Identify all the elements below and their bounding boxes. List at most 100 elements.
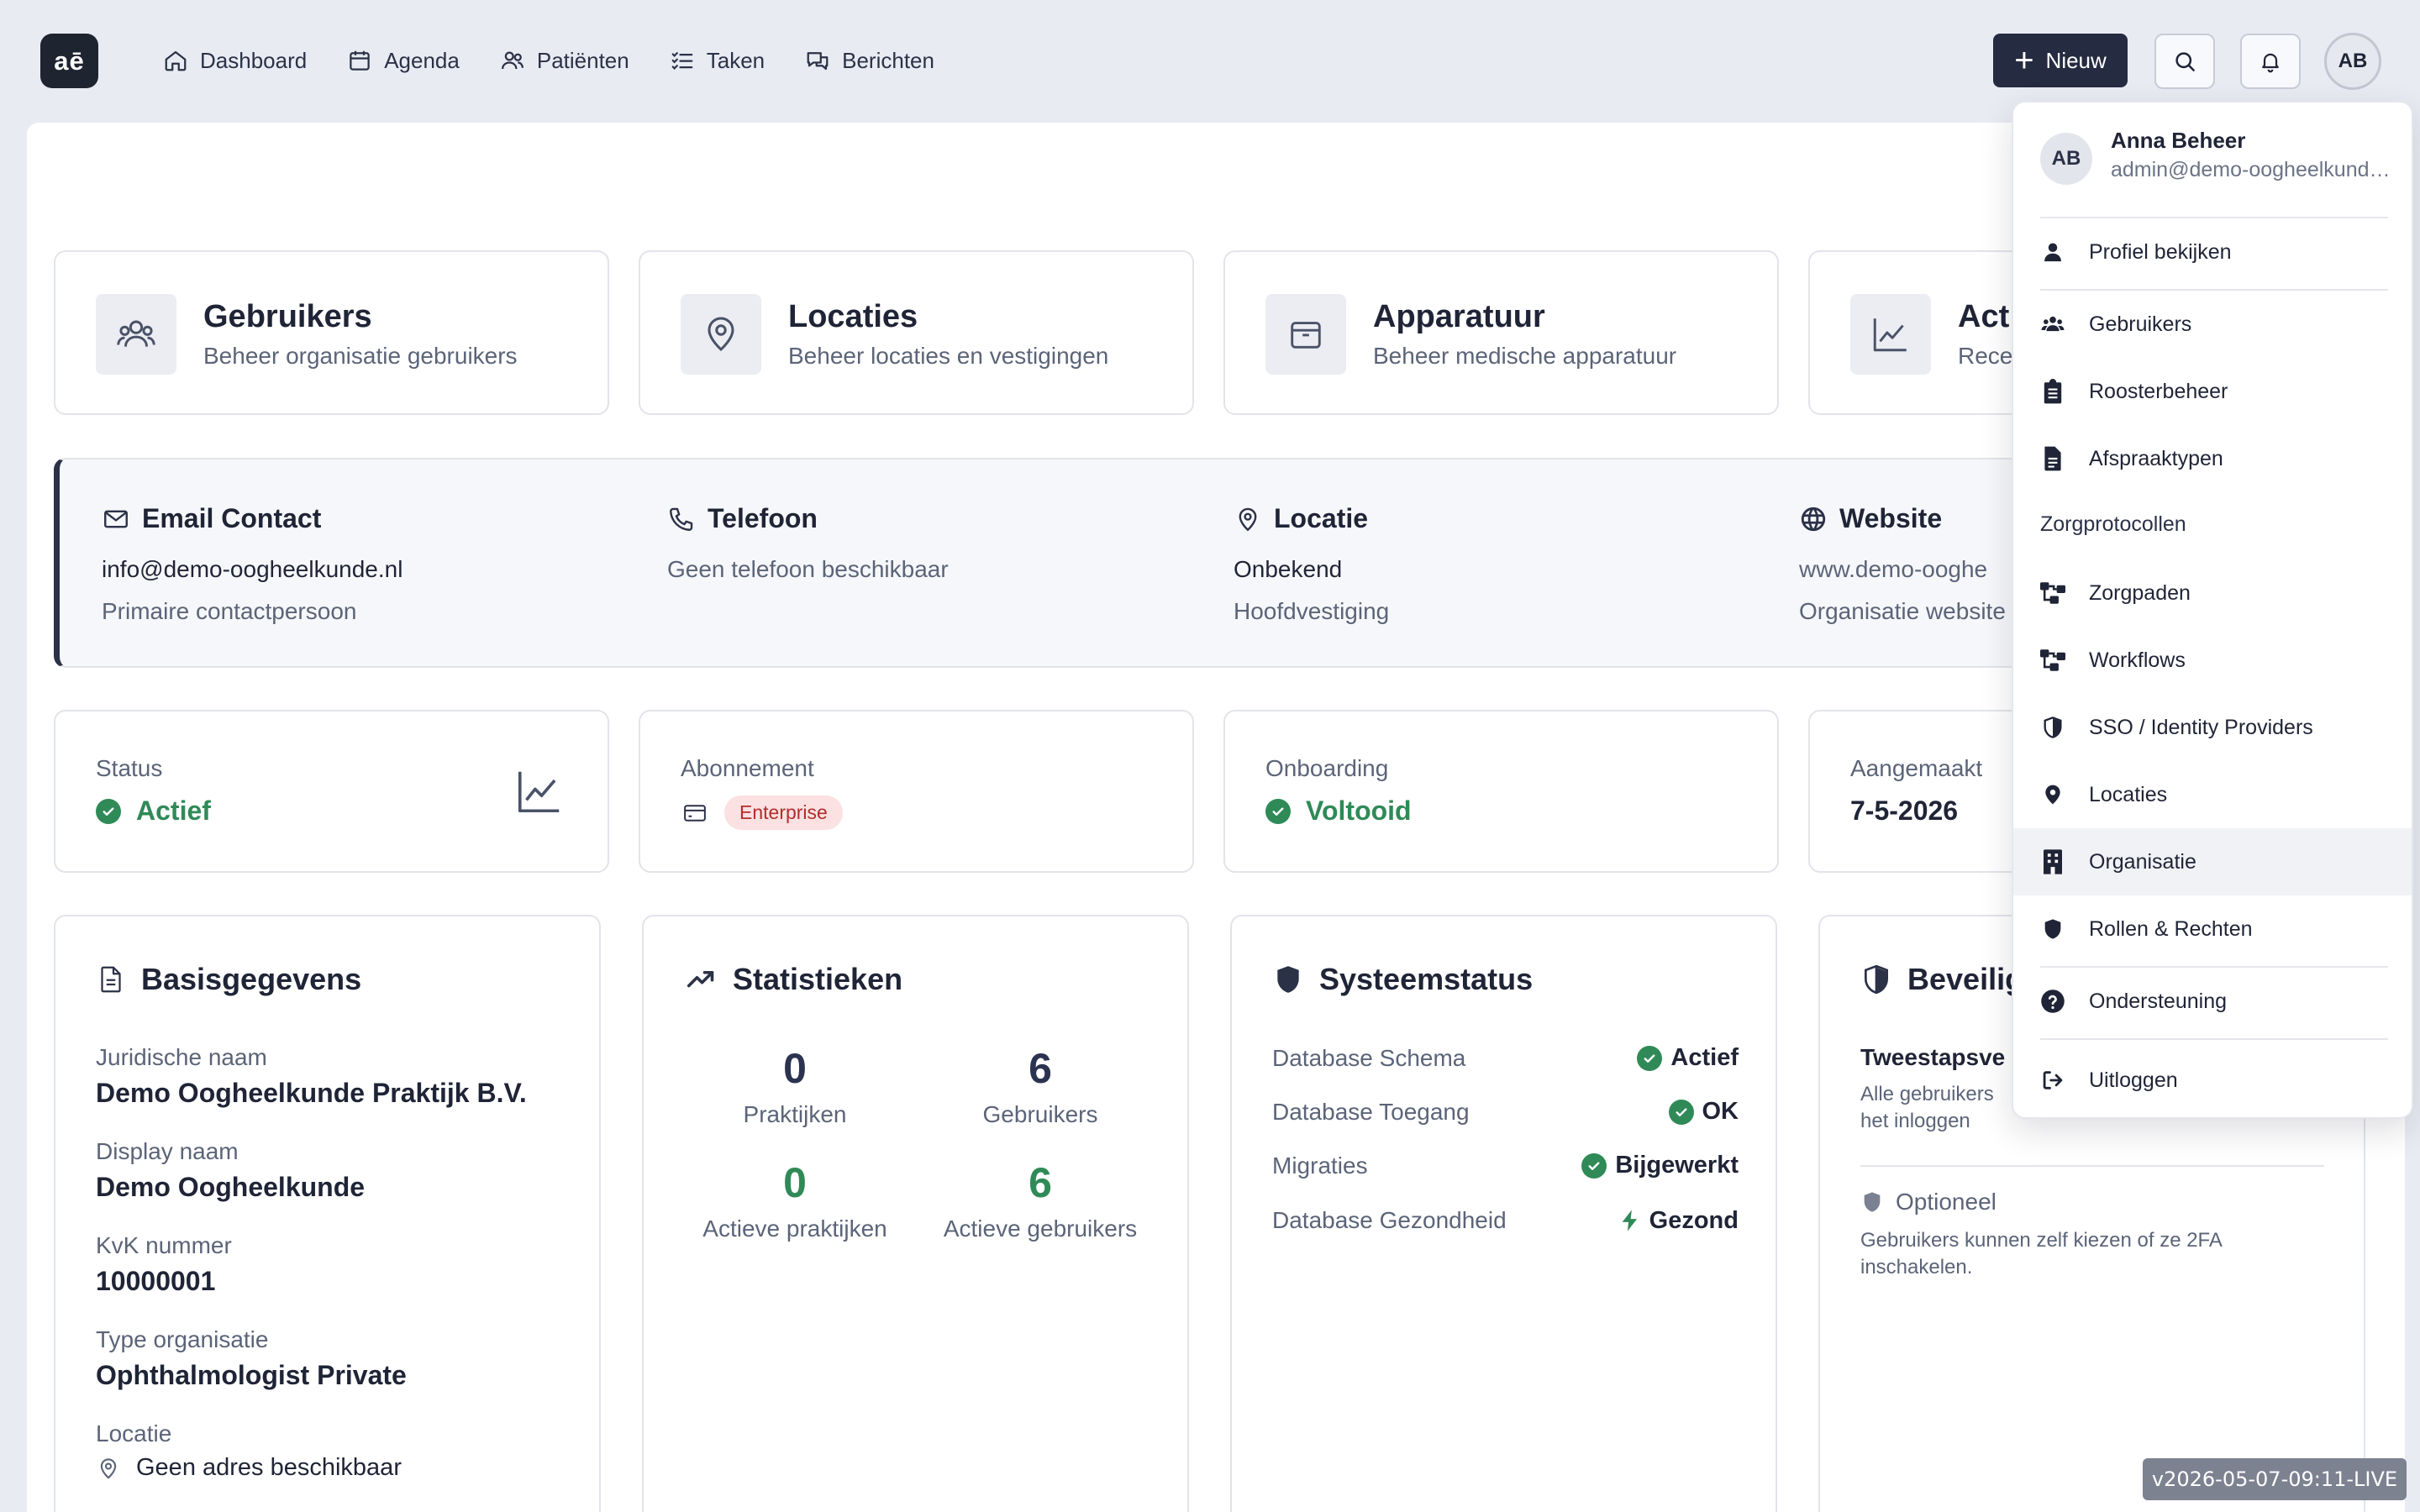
security-title: Beveilig — [1907, 962, 2024, 996]
contact-location: Locatie Onbekend Hoofdvestiging — [1234, 503, 1771, 625]
contact-email-value[interactable]: info@demo-oogheelkunde.nl — [102, 556, 639, 583]
statistics-card: Statistieken 0 Praktijken 6 Gebruikers 0… — [642, 915, 1189, 1512]
user-menu-dropdown: AB Anna Beheer admin@demo-oogheelkunde.n… — [2012, 101, 2413, 1119]
clipboard-list-icon — [2040, 379, 2065, 404]
stat-number: 0 — [783, 1045, 807, 1092]
field-label: Juridische naam — [96, 1044, 267, 1070]
avatar: AB — [2040, 133, 2092, 185]
org-type-field: Type organisatie Ophthalmologist Private — [96, 1326, 407, 1391]
menu-label: Organisatie — [2089, 849, 2196, 874]
contact-phone: Telefoon Geen telefoon beschikbaar — [667, 503, 1205, 583]
status-value: Actief — [1670, 1044, 1739, 1071]
menu-label: Ondersteuning — [2089, 989, 2228, 1013]
contact-phone-value: Geen telefoon beschikbaar — [667, 556, 949, 582]
nav-dashboard[interactable]: Dashboard — [163, 48, 307, 74]
stat-practices: 0 Praktijken — [669, 1044, 921, 1128]
nav-agenda[interactable]: Agenda — [347, 48, 460, 74]
menu-label: Profiel bekijken — [2089, 239, 2232, 264]
menu-support[interactable]: Ondersteuning — [2013, 968, 2412, 1035]
field-value: Geen adres beschikbaar — [136, 1454, 402, 1481]
notifications-button[interactable] — [2240, 34, 2301, 89]
menu-label: Workflows — [2089, 648, 2186, 672]
users-icon — [96, 294, 176, 375]
field-label: KvK nummer — [96, 1232, 232, 1258]
status-key: Database Toegang — [1272, 1098, 1470, 1125]
status-key: Migraties — [1272, 1152, 1368, 1179]
system-status-title: Systeemstatus — [1319, 962, 1534, 996]
contact-location-sub: Hoofdvestiging — [1234, 598, 1390, 624]
stat-label: Actieve praktijken — [702, 1215, 887, 1242]
tile-subtitle: Beheer organisatie gebruikers — [203, 343, 518, 369]
nav-taken[interactable]: Taken — [670, 48, 765, 74]
field-value: 10000001 — [96, 1266, 216, 1296]
tile-subtitle: Rece — [1958, 343, 2013, 369]
map-pin-icon — [681, 294, 761, 375]
tile-title: Apparatuur — [1373, 299, 1545, 334]
statistics-title: Statistieken — [733, 962, 903, 996]
field-label: Locatie — [96, 1420, 172, 1446]
bell-icon — [2259, 50, 2282, 73]
menu-users[interactable]: Gebruikers — [2013, 291, 2412, 358]
menu-organisation[interactable]: Organisatie — [2013, 828, 2412, 895]
stat-label: Actieve gebruikers — [943, 1215, 1138, 1242]
checklist-icon — [670, 48, 695, 73]
status-value: Bijgewerkt — [1615, 1152, 1739, 1179]
field-value: Demo Oogheelkunde — [96, 1172, 366, 1202]
divider — [2040, 1038, 2388, 1040]
box-icon — [1265, 294, 1346, 375]
tile-locations[interactable]: Locaties Beheer locaties en vestigingen — [639, 250, 1194, 415]
menu-sso[interactable]: SSO / Identity Providers — [2013, 694, 2412, 761]
menu-roles[interactable]: Rollen & Rechten — [2013, 895, 2412, 963]
chart-line-icon — [1850, 294, 1931, 375]
subscription-label: Abonnement — [681, 755, 814, 781]
new-button[interactable]: + Nieuw — [1993, 34, 2128, 87]
stat-number: 0 — [783, 1159, 807, 1206]
address-field: Locatie Geen adres beschikbaar — [96, 1420, 402, 1482]
nav-berichten[interactable]: Berichten — [805, 48, 934, 74]
lightning-icon — [1618, 1205, 1643, 1236]
divider — [1860, 1165, 2324, 1167]
menu-label: SSO / Identity Providers — [2089, 715, 2313, 739]
flow-icon — [2040, 580, 2065, 606]
menu-logout[interactable]: Uitloggen — [2013, 1047, 2412, 1114]
field-value: Ophthalmologist Private — [96, 1360, 407, 1390]
menu-workflows[interactable]: Workflows — [2013, 627, 2412, 694]
tile-equipment[interactable]: Apparatuur Beheer medische apparatuur — [1223, 250, 1779, 415]
status-value: OK — [1702, 1098, 1739, 1125]
user-avatar-button[interactable]: AB — [2324, 33, 2381, 90]
tile-users[interactable]: Gebruikers Beheer organisatie gebruikers — [54, 250, 609, 415]
help-circle-icon — [2040, 989, 2065, 1014]
check-circle-icon — [1581, 1152, 1607, 1179]
app-logo[interactable]: aē — [40, 34, 98, 88]
trending-up-icon — [684, 964, 718, 995]
created-label: Aangemaakt — [1850, 755, 1983, 781]
nav-agenda-label: Agenda — [384, 47, 460, 73]
search-button[interactable] — [2154, 34, 2215, 89]
check-circle-icon — [1668, 1099, 1694, 1125]
logout-icon — [2040, 1068, 2065, 1093]
twofa-title: Tweestapsve — [1860, 1044, 2006, 1070]
stat-active-practices: 0 Actieve praktijken — [669, 1158, 921, 1242]
home-icon — [163, 48, 188, 73]
tile-title: Act — [1958, 299, 2010, 334]
version-badge: v2026-05-07-09:11-LIVE — [2143, 1458, 2407, 1500]
mail-icon — [102, 505, 130, 533]
status-value: Gezond — [1649, 1206, 1739, 1234]
messages-icon — [805, 48, 830, 73]
nav-patienten[interactable]: Patiënten — [500, 48, 629, 74]
search-icon — [2172, 49, 2197, 74]
menu-locations[interactable]: Locaties — [2013, 761, 2412, 828]
menu-roster[interactable]: Roosterbeheer — [2013, 358, 2412, 425]
onboarding-card: Onboarding Voltooid — [1223, 710, 1779, 873]
nav-taken-label: Taken — [706, 47, 765, 73]
shield-icon — [1272, 963, 1304, 996]
menu-care-paths[interactable]: Zorgpaden — [2013, 559, 2412, 627]
check-circle-icon — [96, 798, 121, 824]
menu-profile[interactable]: Profiel bekijken — [2013, 218, 2412, 286]
menu-label: Roosterbeheer — [2089, 379, 2228, 403]
users-icon — [500, 48, 525, 73]
subscription-card: Abonnement Enterprise — [639, 710, 1194, 873]
legal-name-field: Juridische naam Demo Oogheelkunde Prakti… — [96, 1044, 527, 1109]
menu-appointment-types[interactable]: Afspraaktypen — [2013, 425, 2412, 492]
document-icon — [96, 963, 126, 996]
